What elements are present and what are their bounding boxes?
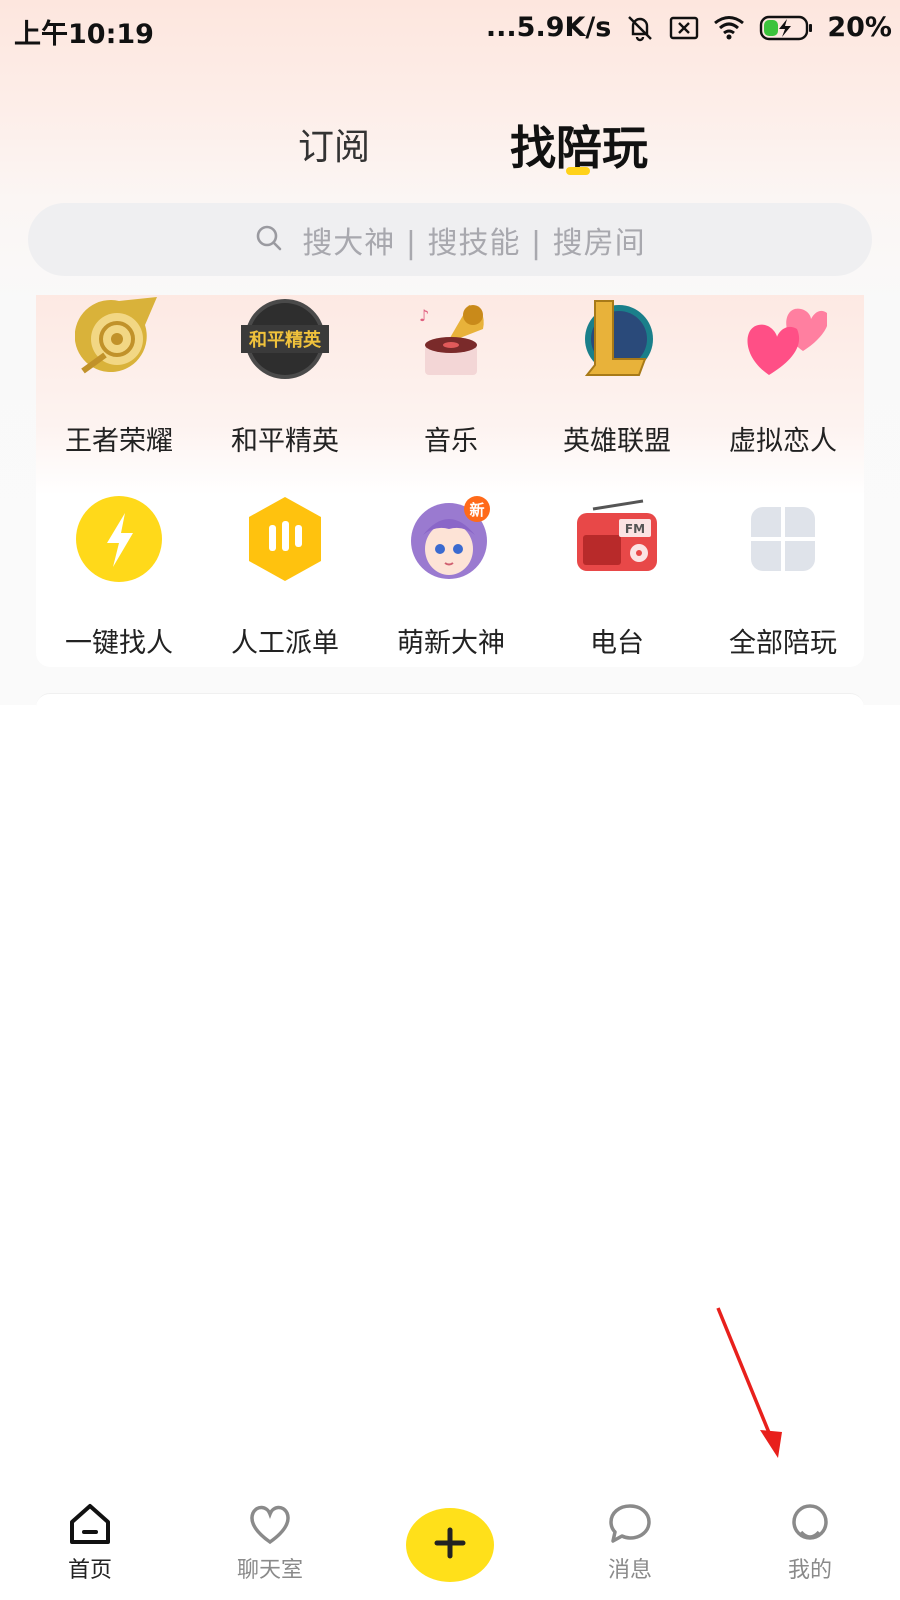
plus-icon xyxy=(433,1526,467,1564)
home-icon xyxy=(30,1502,150,1546)
add-button[interactable] xyxy=(406,1508,494,1582)
nav-label: 我的 xyxy=(787,1558,832,1583)
nav-label: 聊天室 xyxy=(236,1558,303,1583)
bottom-nav: 首页 聊天室 消息 我的 xyxy=(0,1490,900,1600)
nav-chatroom[interactable]: 聊天室 xyxy=(210,1490,330,1584)
heart-icon xyxy=(210,1502,330,1546)
nav-messages[interactable]: 消息 xyxy=(570,1490,690,1584)
nav-label: 消息 xyxy=(607,1558,652,1583)
annotation-arrow xyxy=(716,1307,782,1458)
nav-home[interactable]: 首页 xyxy=(30,1490,150,1584)
chat-bubble-icon xyxy=(570,1502,690,1546)
nav-label: 首页 xyxy=(67,1558,112,1583)
profile-icon xyxy=(750,1502,870,1546)
nav-mine[interactable]: 我的 xyxy=(750,1490,870,1584)
